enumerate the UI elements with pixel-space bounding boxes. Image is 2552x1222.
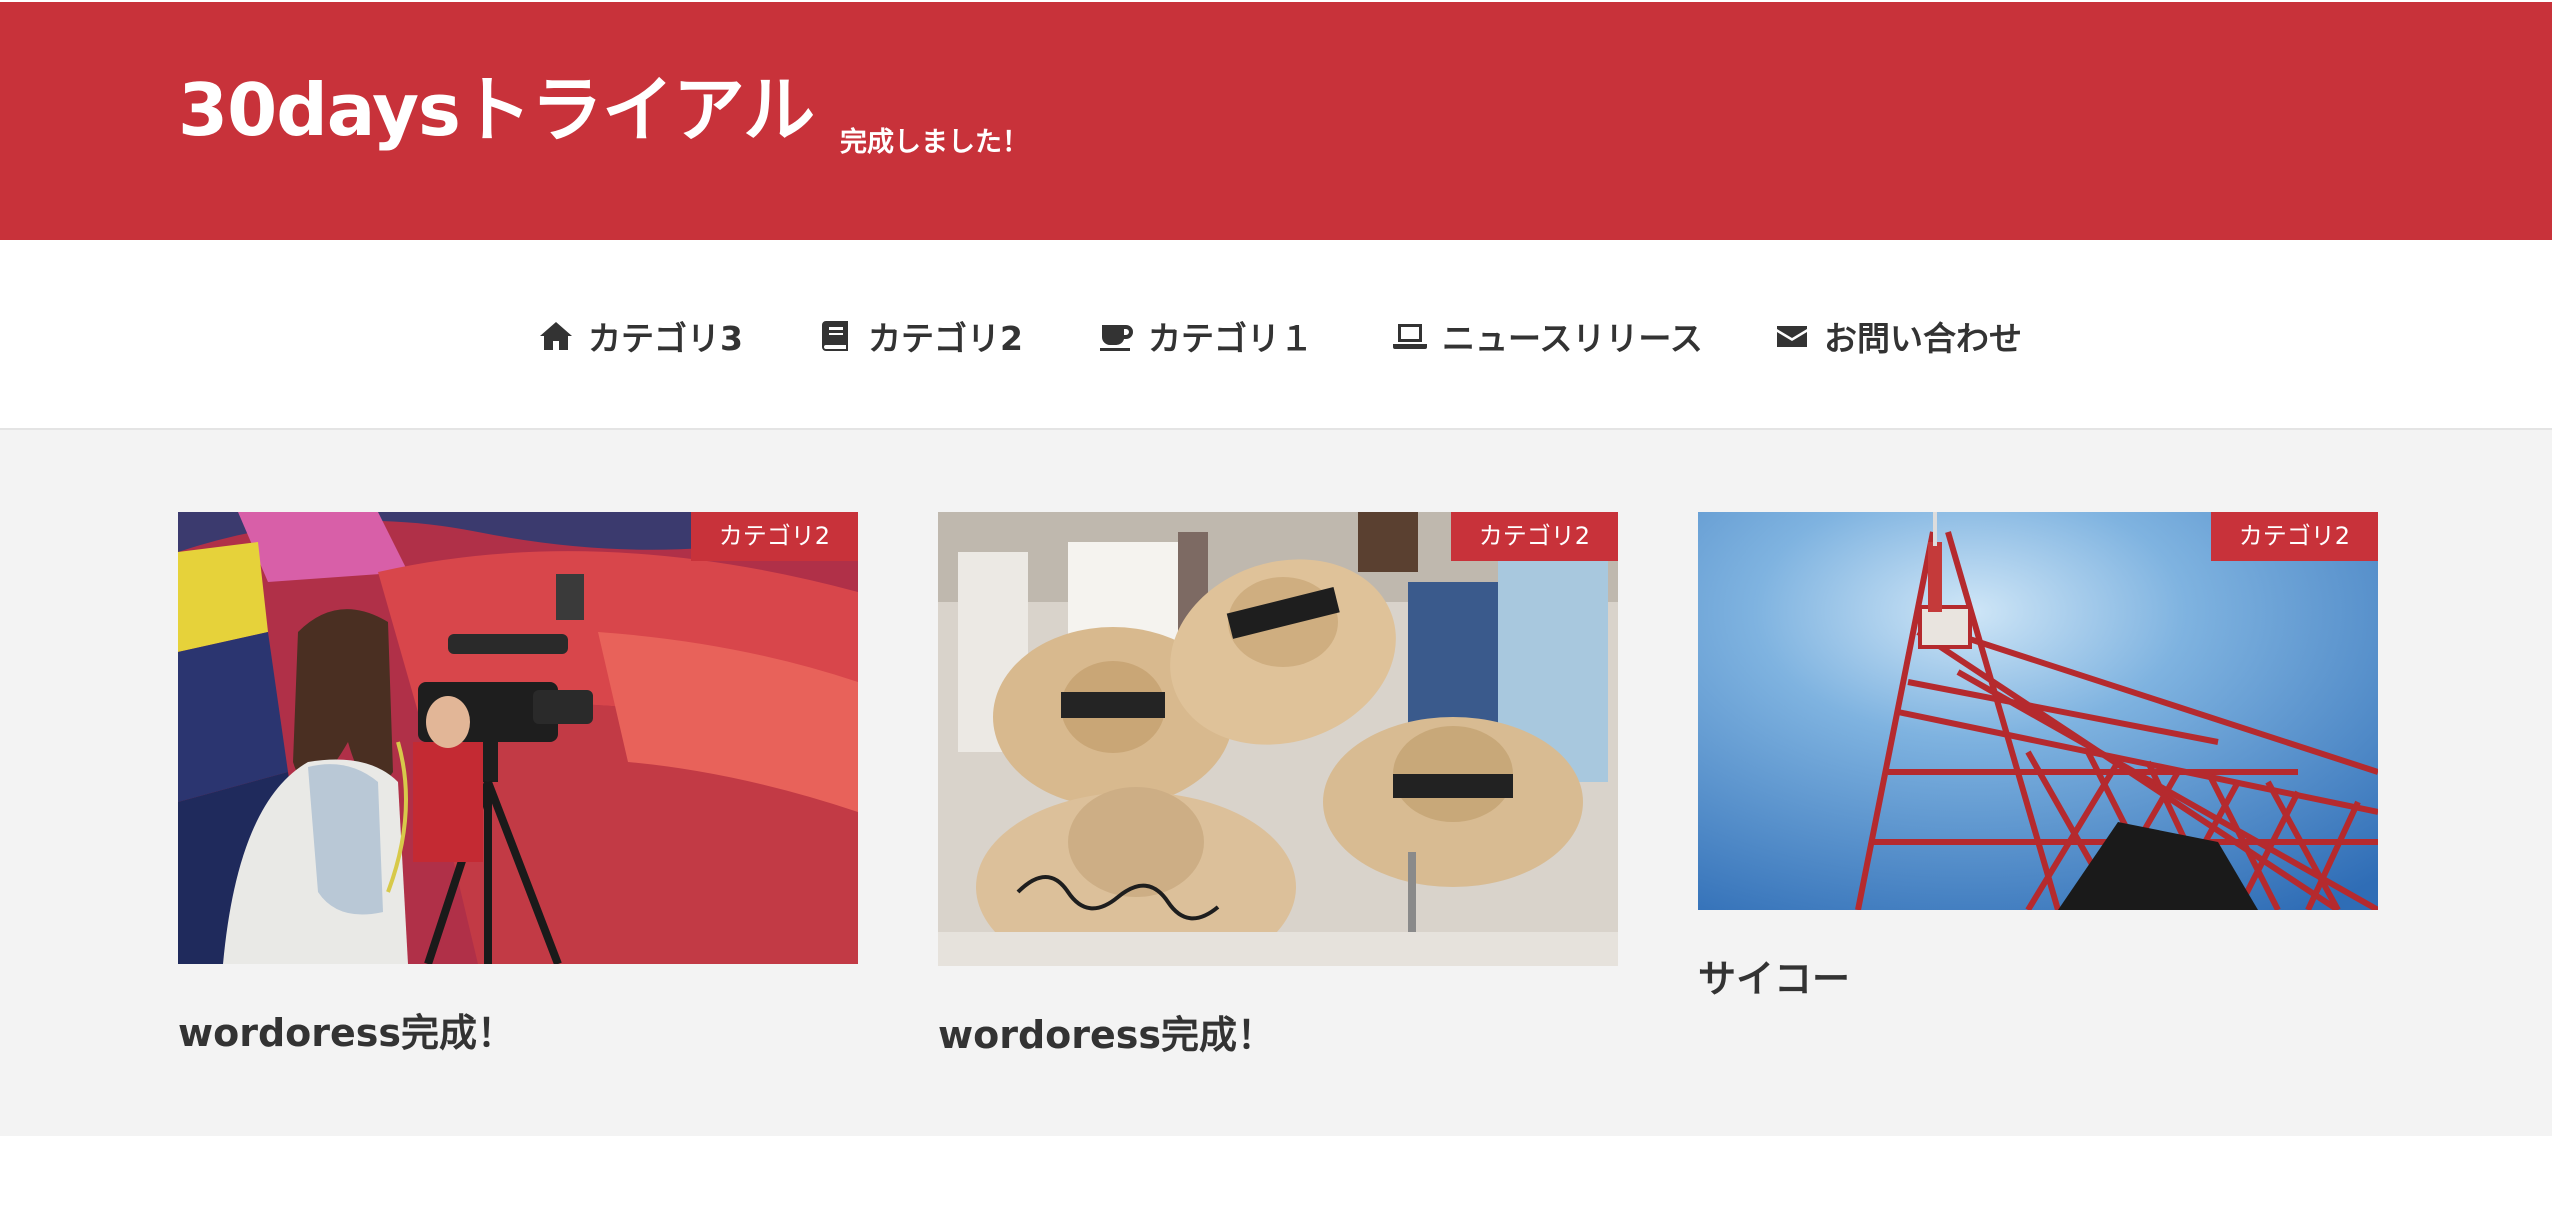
envelope-icon (1777, 326, 1807, 347)
category-badge[interactable]: カテゴリ2 (1450, 512, 1618, 561)
nav-item-category1[interactable]: カテゴリ１ (1098, 306, 1313, 366)
nav-item-category2[interactable]: カテゴリ2 (818, 306, 1023, 366)
post-card[interactable]: カテゴリ2 wordoress完成！ (178, 512, 858, 1057)
nav-item-label: カテゴリ2 (868, 319, 1023, 358)
nav-item-label: ニュースリリース (1442, 319, 1703, 358)
book-icon (822, 321, 848, 351)
category-badge[interactable]: カテゴリ2 (690, 512, 858, 561)
nav-item-label: カテゴリ3 (588, 319, 743, 358)
post-thumbnail[interactable]: カテゴリ2 (1698, 512, 2378, 910)
site-title[interactable]: 30daysトライアル (178, 74, 815, 146)
post-thumbnail[interactable]: カテゴリ2 (178, 512, 858, 964)
laptop-icon (1393, 324, 1427, 349)
nav-item-label: カテゴリ１ (1148, 319, 1313, 358)
post-card[interactable]: カテゴリ2 サイコー (1698, 512, 2378, 1003)
camera-operator-photo (178, 512, 858, 964)
post-grid: カテゴリ2 wordoress完成！ カテゴリ2 wordoress完成！ カテ… (0, 430, 2552, 1136)
post-thumbnail[interactable]: カテゴリ2 (938, 512, 1618, 966)
post-title[interactable]: wordoress完成！ (938, 1004, 1618, 1059)
nav-item-category3[interactable]: カテゴリ3 (538, 306, 743, 366)
tokyo-tower-photo (1698, 512, 2378, 910)
nav-item-label: お問い合わせ (1824, 319, 2022, 358)
post-title[interactable]: サイコー (1698, 948, 2378, 1003)
home-icon (540, 322, 572, 350)
nav-item-news-release[interactable]: ニュースリリース (1392, 306, 1703, 366)
main-navigation: カテゴリ3 カテゴリ2 カテゴリ１ ニュースリリース お問い合わせ (0, 240, 2552, 430)
site-tagline: 完成しました！ (840, 127, 1029, 158)
straw-hats-photo (938, 512, 1618, 966)
coffee-cup-icon (1100, 325, 1133, 351)
post-title[interactable]: wordoress完成！ (178, 1002, 858, 1057)
post-card[interactable]: カテゴリ2 wordoress完成！ (938, 512, 1618, 1059)
nav-item-contact[interactable]: お問い合わせ (1774, 306, 2022, 366)
site-header: 30daysトライアル 完成しました！ (0, 0, 2552, 240)
category-badge[interactable]: カテゴリ2 (2210, 512, 2378, 561)
